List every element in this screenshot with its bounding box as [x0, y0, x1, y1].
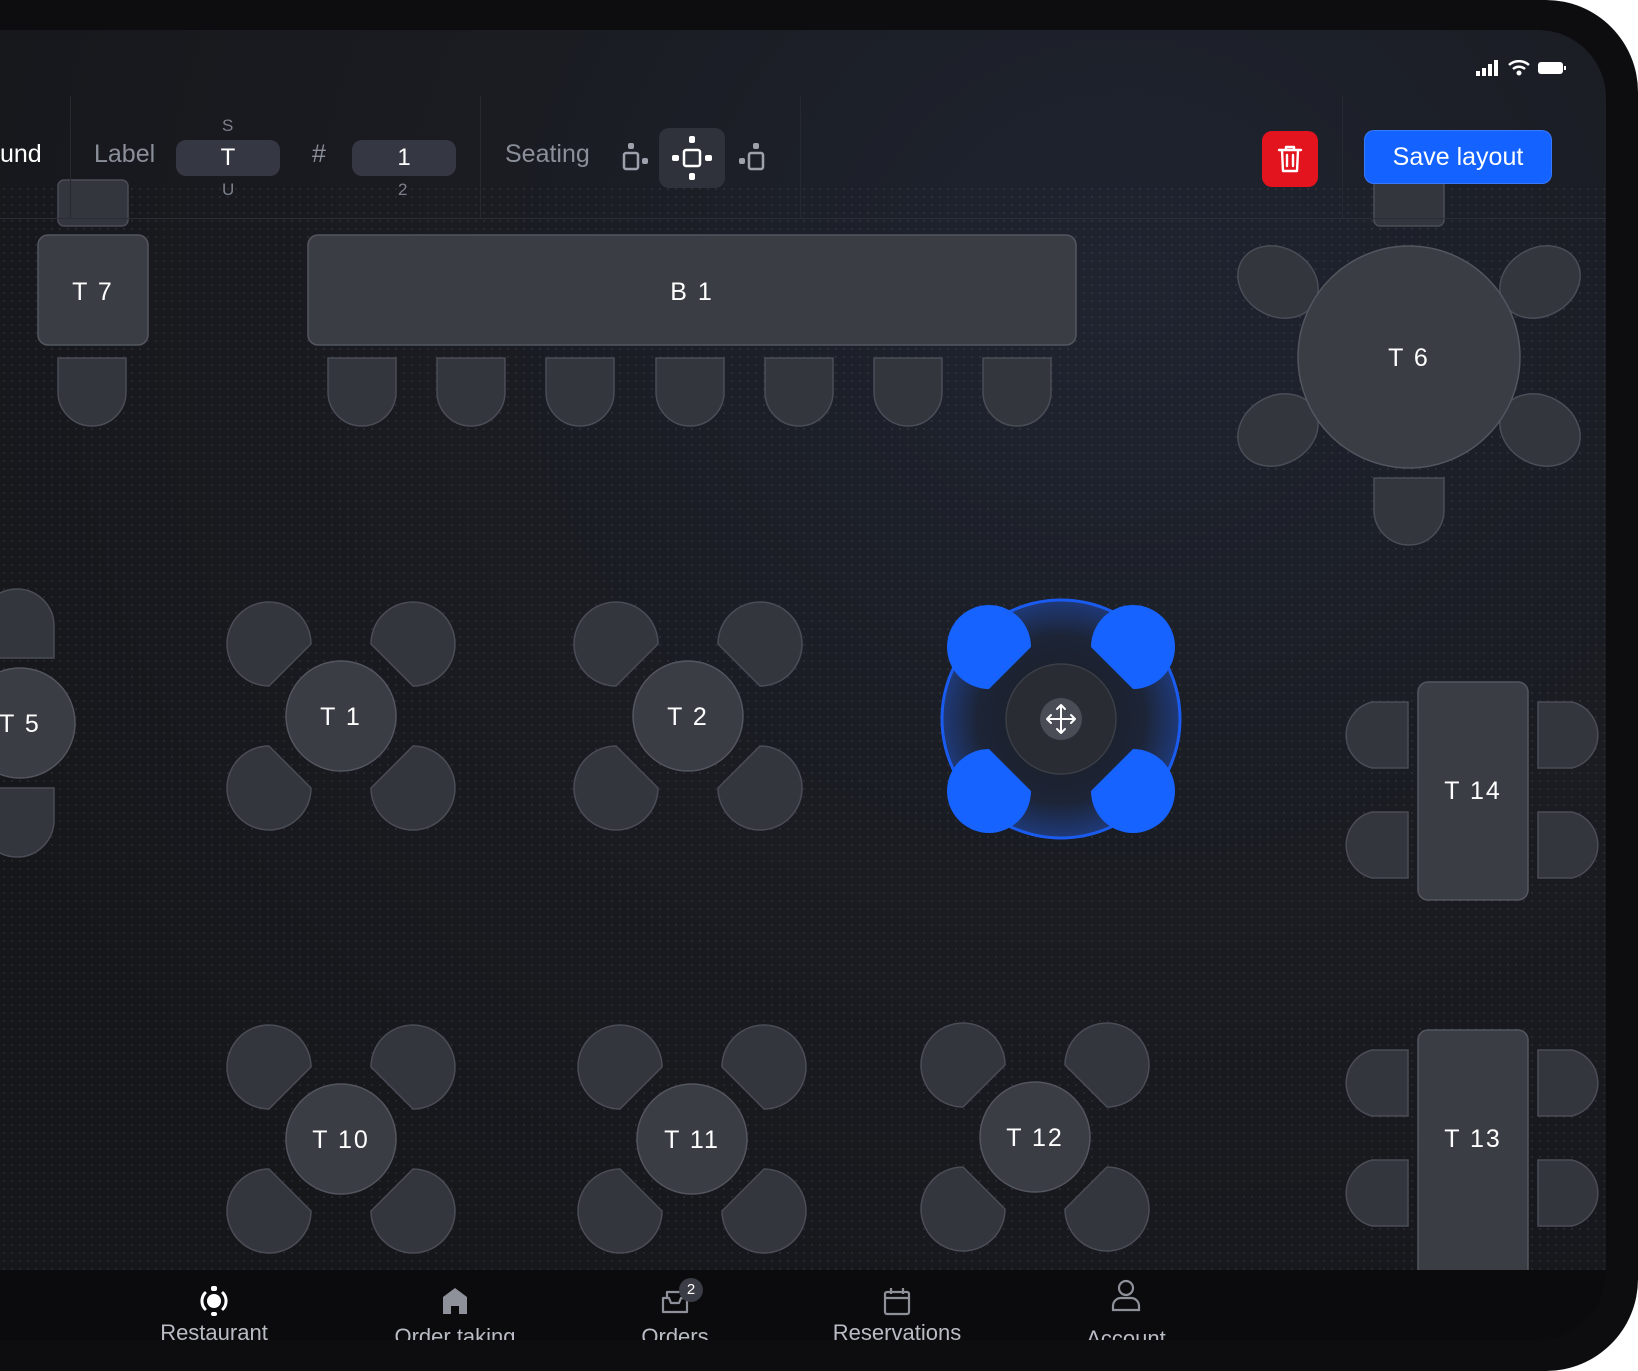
- table-label: B 1: [670, 278, 714, 306]
- label-picker[interactable]: T: [176, 140, 280, 176]
- label-prev-value[interactable]: S: [222, 116, 233, 136]
- nav-item-reservations[interactable]: Reservations: [797, 1270, 997, 1340]
- number-picker[interactable]: 1: [352, 140, 456, 176]
- label-caption: Label: [94, 140, 156, 168]
- seating-right-icon: [739, 143, 765, 171]
- orders-count-badge: 2: [679, 1278, 703, 1302]
- calendar-icon: [883, 1288, 911, 1316]
- seating-left-icon: [622, 143, 648, 171]
- number-next-value[interactable]: 2: [398, 180, 407, 200]
- layout-toolbar: und Label S T U # 1 2 Seating Save layou…: [0, 96, 1606, 219]
- table-label: T 14: [1444, 777, 1502, 805]
- nav-item-orders[interactable]: 2 Orders: [575, 1270, 775, 1340]
- save-layout-button[interactable]: Save layout: [1364, 130, 1552, 184]
- label-next-value[interactable]: U: [222, 180, 234, 200]
- table-t2[interactable]: T 2: [573, 601, 803, 831]
- restaurant-icon: [200, 1286, 228, 1316]
- table-t10[interactable]: T 10: [226, 1024, 456, 1254]
- seating-caption: Seating: [505, 140, 590, 168]
- home-icon: [443, 1288, 467, 1314]
- table-label: T 7: [72, 278, 114, 306]
- battery-icon: [1538, 62, 1566, 74]
- table-t13[interactable]: T 13: [1345, 1029, 1599, 1270]
- table-t14[interactable]: T 14: [1345, 681, 1599, 901]
- table-label: T 10: [312, 1126, 370, 1154]
- seating-all-sides-icon: [672, 136, 712, 180]
- signal-icon: [1476, 60, 1498, 76]
- table-selected[interactable]: [940, 598, 1182, 840]
- divider: [70, 96, 71, 218]
- trash-icon: [1277, 145, 1303, 173]
- table-label: T 11: [664, 1126, 720, 1154]
- nav-label: Orders: [641, 1324, 709, 1340]
- divider: [480, 96, 481, 218]
- table-t6[interactable]: T 6: [1225, 179, 1594, 546]
- table-label: T 6: [1388, 344, 1430, 372]
- bottom-nav: Restaurant Order taking 2 Orders Reserva…: [0, 1270, 1606, 1340]
- nav-item-account[interactable]: Account: [1026, 1270, 1226, 1340]
- table-t5[interactable]: T 5: [0, 588, 76, 858]
- table-t1[interactable]: T 1: [226, 601, 456, 831]
- number-caption: #: [312, 140, 326, 168]
- table-label: T 1: [320, 703, 362, 731]
- table-label: T 13: [1444, 1125, 1502, 1153]
- table-label: T 5: [0, 710, 41, 738]
- nav-label: Order taking: [394, 1324, 516, 1340]
- table-label: T 2: [667, 703, 709, 731]
- nav-label: Reservations: [832, 1320, 962, 1340]
- nav-label: Account: [1086, 1326, 1166, 1340]
- seating-right-option[interactable]: [718, 128, 784, 188]
- nav-item-order-taking[interactable]: Order taking: [355, 1270, 555, 1340]
- app-screen: T 7 B 1 T 6 T 5 T 1 T 2 T 14 T 10 T 11 T…: [0, 30, 1606, 1340]
- divider: [1342, 96, 1343, 218]
- nav-item-restaurant[interactable]: Restaurant: [114, 1270, 314, 1340]
- divider: [800, 96, 801, 218]
- nav-label: Restaurant: [160, 1320, 268, 1340]
- wifi-icon: [1508, 60, 1530, 76]
- move-icon[interactable]: [1040, 698, 1082, 740]
- delete-table-button[interactable]: [1262, 131, 1318, 187]
- user-icon: [1111, 1279, 1141, 1312]
- table-t11[interactable]: T 11: [577, 1024, 807, 1254]
- toolbar-partial-label: und: [0, 140, 42, 168]
- status-bar: [1476, 60, 1566, 76]
- seating-all-sides-option[interactable]: [659, 128, 725, 188]
- table-t12[interactable]: T 12: [920, 1022, 1150, 1252]
- table-label: T 12: [1006, 1124, 1064, 1152]
- table-b1[interactable]: B 1: [307, 234, 1077, 427]
